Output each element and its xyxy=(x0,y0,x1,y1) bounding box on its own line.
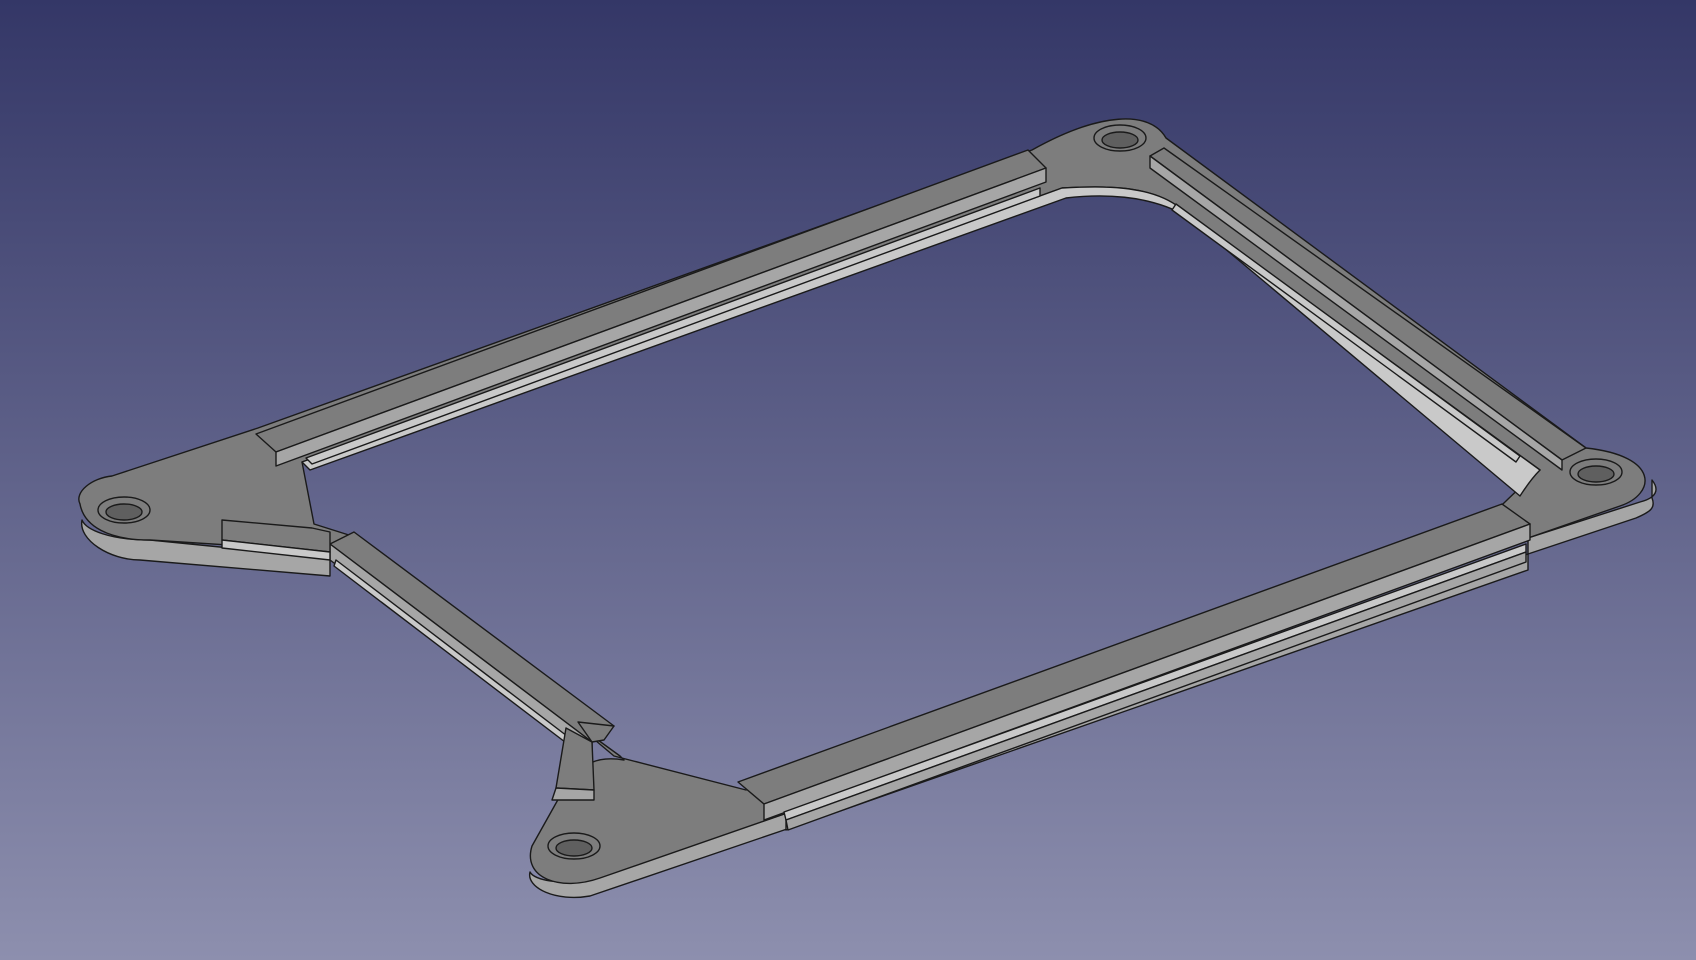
mounting-hole xyxy=(1093,124,1147,152)
viewport-canvas[interactable] xyxy=(0,0,1696,960)
rail-bottom-short-front xyxy=(551,787,595,801)
mounting-hole xyxy=(1569,458,1623,486)
mounting-hole xyxy=(97,496,151,524)
3d-viewport[interactable] xyxy=(0,0,1696,960)
mounting-hole xyxy=(547,832,601,860)
